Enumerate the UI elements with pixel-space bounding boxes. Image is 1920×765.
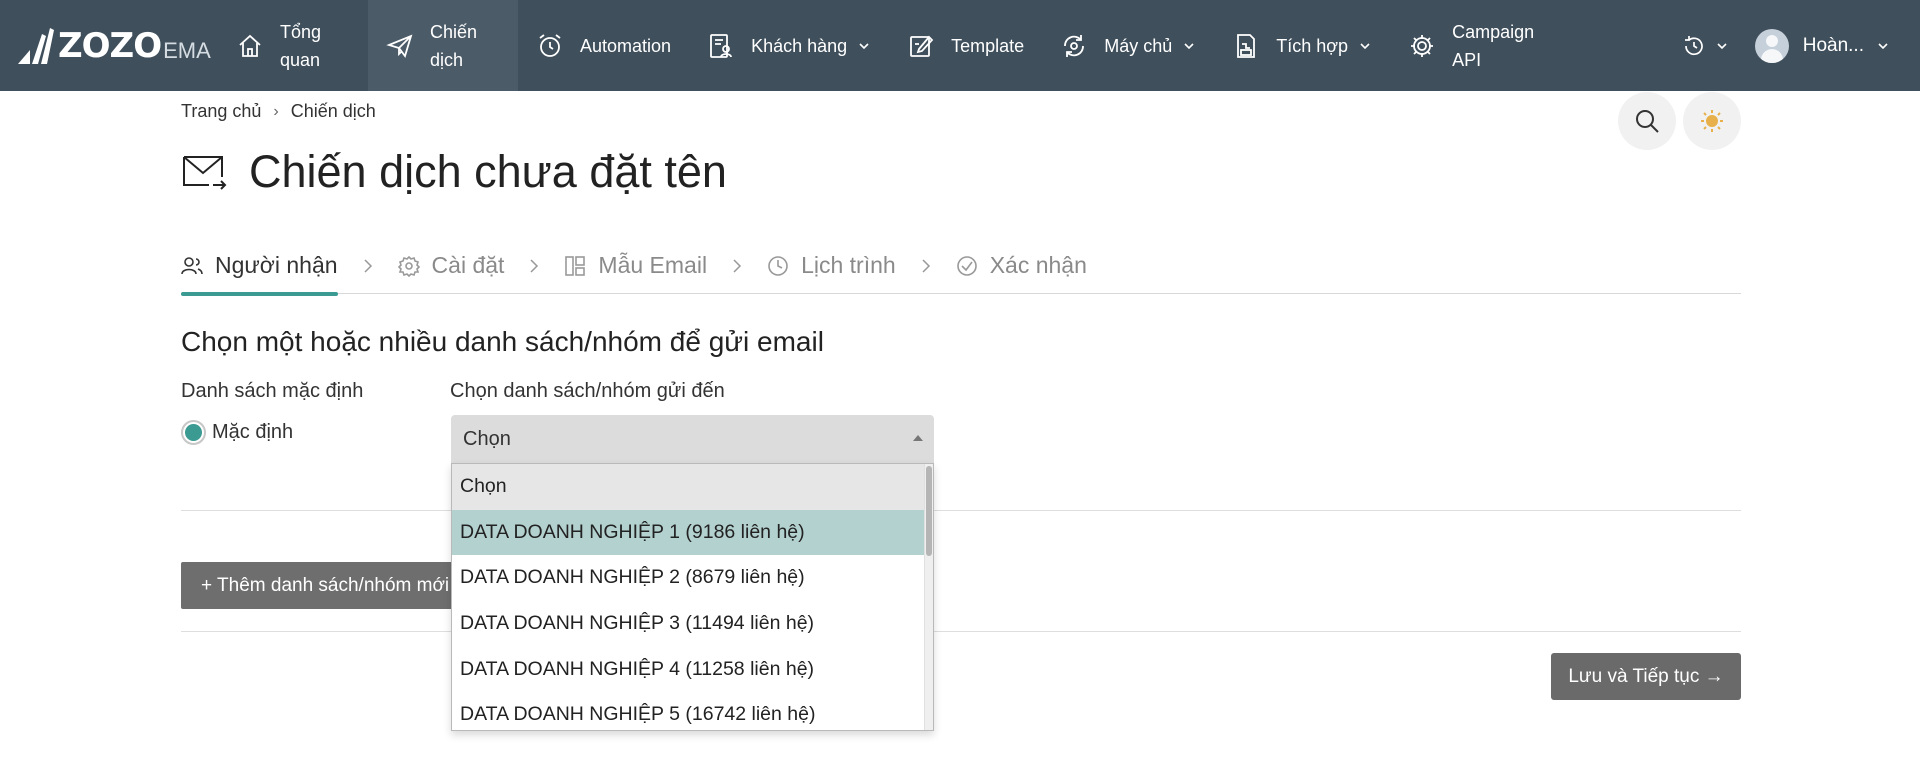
step-tabs: Người nhận Cài đặt Mẫu Email Lịch trình … — [181, 238, 1741, 296]
logo-subtext: EMA — [163, 37, 211, 63]
step-xac-nhan[interactable]: Xác nhận — [956, 238, 1087, 294]
breadcrumb-home[interactable]: Trang chủ — [181, 101, 261, 122]
clock-icon — [768, 255, 788, 276]
step-nguoi-nhan[interactable]: Người nhận — [181, 238, 338, 296]
logo-mark-icon — [18, 27, 54, 64]
avatar — [1754, 28, 1789, 63]
theme-toggle-button[interactable] — [1683, 92, 1741, 150]
chevron-down-icon — [1184, 42, 1194, 49]
scrollbar-thumb[interactable] — [926, 466, 932, 556]
user-group-icon — [181, 256, 203, 274]
breadcrumb-separator: › — [273, 102, 279, 120]
integration-icon — [1232, 32, 1260, 60]
select-option[interactable]: Chọn — [452, 464, 926, 510]
list-select-dropdown: Chọn DATA DOANH NGHIỆP 1 (9186 liên hệ) … — [451, 463, 934, 731]
search-button[interactable] — [1618, 92, 1676, 150]
page-title: Chiến dịch chưa đặt tên — [249, 146, 727, 197]
step-label: Xác nhận — [989, 252, 1087, 278]
chevron-right-icon — [530, 258, 539, 273]
email-send-icon — [183, 156, 227, 190]
select-option[interactable]: DATA DOANH NGHIỆP 1 (9186 liên hệ) — [452, 509, 926, 556]
history-icon — [1684, 35, 1703, 55]
top-navigation-bar: ZOZO EMA Tổng quan Chiến dịch Automation — [0, 0, 1920, 91]
chevron-down-icon — [859, 42, 869, 49]
select-list-label: Chọn danh sách/nhóm gửi đến — [450, 380, 725, 402]
default-radio-label: Mặc định — [212, 421, 294, 443]
divider — [181, 631, 1741, 632]
nav-label: Tổng quan — [280, 21, 322, 70]
list-select[interactable]: Chọn — [451, 415, 934, 463]
history-button[interactable] — [1655, 33, 1755, 59]
nav-item-tong-quan[interactable]: Tổng quan — [218, 0, 368, 91]
alarm-clock-icon — [536, 32, 564, 60]
select-option[interactable]: DATA DOANH NGHIỆP 2 (8679 liên hệ) — [452, 555, 926, 601]
nav-item-may-chu[interactable]: Máy chủ — [1042, 0, 1214, 91]
chevron-down-icon — [1878, 42, 1888, 49]
step-cai-dat[interactable]: Cài đặt — [397, 238, 505, 294]
logo[interactable]: ZOZO EMA — [0, 0, 218, 91]
chevron-down-icon — [1360, 42, 1370, 49]
section-title: Chọn một hoặc nhiều danh sách/nhóm để gử… — [181, 326, 824, 357]
search-icon — [1636, 110, 1659, 133]
breadcrumb-current: Chiến dịch — [290, 101, 376, 121]
chevron-right-icon — [733, 258, 742, 273]
home-icon — [236, 32, 264, 60]
main-nav: Tổng quan Chiến dịch Automation Khách hà… — [218, 0, 1540, 91]
layout-icon — [565, 255, 586, 276]
nav-right: Hoàn... — [1655, 0, 1920, 91]
contacts-icon — [707, 32, 735, 60]
check-circle-icon — [956, 255, 977, 276]
paper-plane-icon — [386, 32, 414, 60]
sun-icon — [1701, 110, 1723, 132]
nav-label: Chiến dịch — [430, 21, 478, 70]
nav-label: Khách hàng — [751, 35, 848, 56]
nav-item-tich-hop[interactable]: Tích hợp — [1214, 0, 1390, 91]
nav-label: Tích hợp — [1276, 35, 1349, 56]
divider — [181, 510, 1741, 511]
step-label: Mẫu Email — [598, 252, 708, 278]
default-radio[interactable] — [181, 420, 206, 445]
step-mau-email[interactable]: Mẫu Email — [564, 238, 707, 294]
chevron-down-icon — [1717, 42, 1727, 49]
user-name: Hoàn... — [1802, 34, 1864, 56]
radio-dot — [185, 424, 202, 441]
step-label: Người nhận — [215, 252, 338, 278]
caret-up-icon — [913, 435, 923, 441]
select-value: Chọn — [463, 427, 511, 450]
default-radio-option[interactable]: Mặc định — [181, 420, 293, 445]
page-title-row: Chiến dịch chưa đặt tên — [181, 146, 727, 198]
nav-label: Template — [951, 35, 1025, 56]
logo-text: ZOZO — [58, 25, 162, 66]
nav-item-automation[interactable]: Automation — [518, 0, 689, 91]
step-label: Lịch trình — [801, 252, 896, 278]
step-lich-trinh[interactable]: Lịch trình — [767, 238, 896, 294]
step-label: Cài đặt — [431, 252, 505, 278]
chevron-right-icon — [922, 258, 930, 273]
gear-icon — [397, 255, 420, 277]
nav-label: Automation — [580, 35, 672, 56]
nav-label: Máy chủ — [1104, 35, 1173, 56]
save-continue-button[interactable]: Lưu và Tiếp tục → — [1551, 653, 1741, 700]
select-option[interactable]: DATA DOANH NGHIỆP 4 (11258 liên hệ) — [452, 646, 926, 692]
api-gear-icon — [1408, 32, 1436, 60]
nav-item-campaign-api[interactable]: Campaign API — [1390, 0, 1540, 91]
sync-server-icon — [1060, 32, 1088, 60]
nav-item-template[interactable]: Template — [889, 0, 1042, 91]
select-option[interactable]: DATA DOANH NGHIỆP 5 (16742 liên hệ) — [452, 692, 926, 730]
dropdown-scrollbar[interactable] — [924, 464, 933, 730]
user-menu[interactable]: Hoàn... — [1754, 28, 1890, 63]
chevron-right-icon — [364, 258, 372, 273]
nav-item-chien-dich[interactable]: Chiến dịch — [368, 0, 518, 91]
edit-icon — [907, 32, 935, 60]
breadcrumb: Trang chủ › Chiến dịch — [181, 101, 376, 122]
select-option[interactable]: DATA DOANH NGHIỆP 3 (11494 liên hệ) — [452, 601, 926, 647]
nav-label: Campaign API — [1452, 21, 1535, 70]
default-list-label: Danh sách mặc định — [181, 380, 364, 402]
nav-item-khach-hang[interactable]: Khách hàng — [689, 0, 889, 91]
